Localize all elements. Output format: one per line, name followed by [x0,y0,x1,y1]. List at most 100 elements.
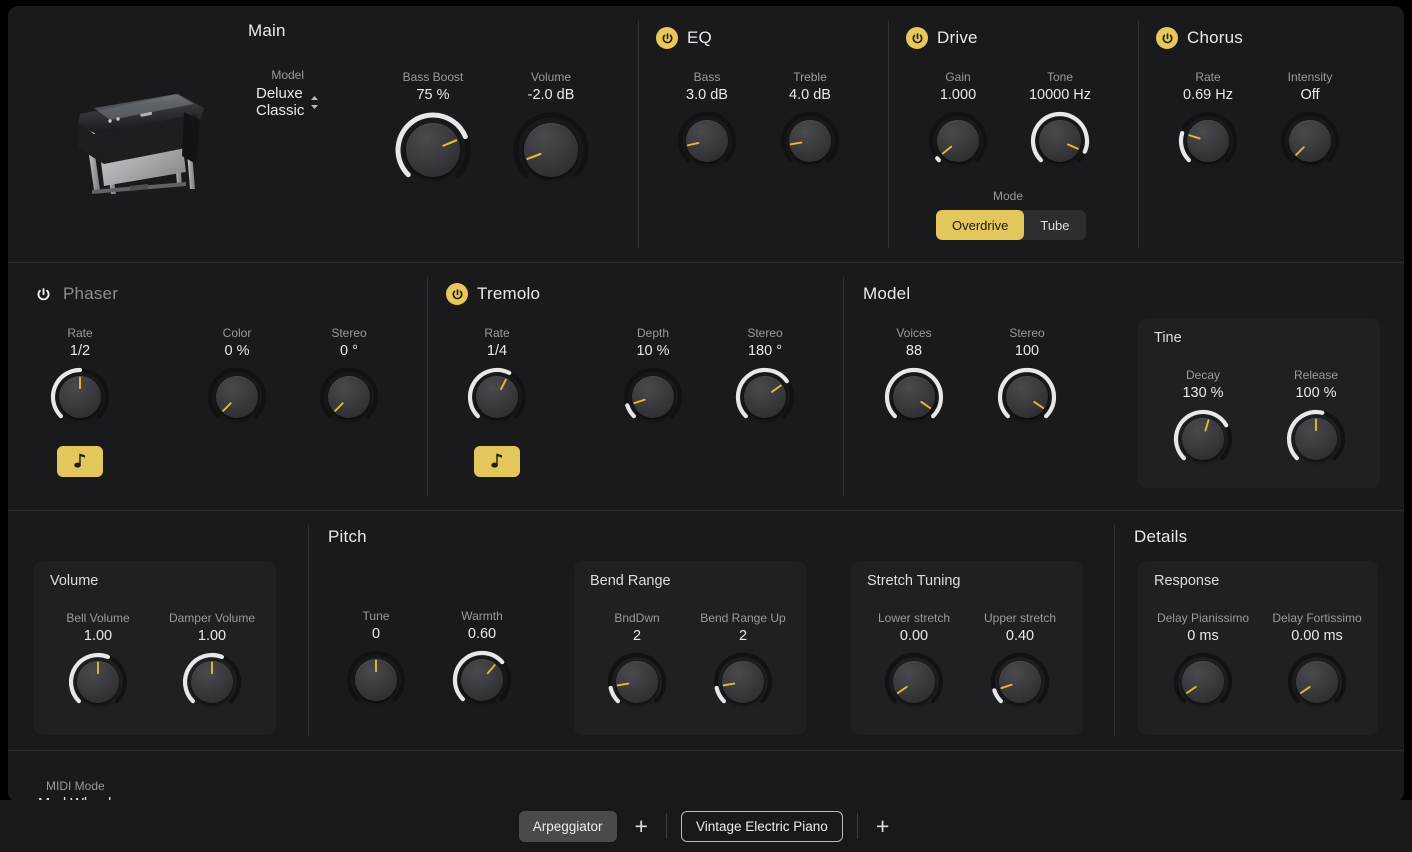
knob-value: 0.40 [1006,627,1034,646]
knob-dial[interactable] [511,110,591,190]
knob-label: Delay Fortissimo [1272,611,1361,626]
power-button-chorus[interactable] [1156,27,1178,49]
knob-dial[interactable] [1177,110,1239,172]
knob-value: 1.000 [940,86,976,105]
knob-damper-volume[interactable]: Damper Volume 1.00 [156,611,268,713]
knob-phaser-stereo[interactable]: Stereo 0 ° [305,326,393,428]
knob-bell-volume[interactable]: Bell Volume 1.00 [42,611,154,713]
knob-label: Tone [1047,70,1073,85]
knob-phaser-color[interactable]: Color 0 % [193,326,281,428]
knob-drive-gain[interactable]: Gain 1.000 [914,70,1002,172]
knob-dial[interactable] [1029,110,1091,172]
section-header-chorus: Chorus [1156,25,1243,51]
knob-label: Tune [363,609,390,624]
knob-dial[interactable] [49,366,111,428]
knob-value: 0 ° [340,342,358,361]
knob-value: 3.0 dB [686,86,728,105]
knob-dial[interactable] [1279,110,1341,172]
toolbar-divider [857,813,858,839]
knob-dial[interactable] [606,651,668,713]
knob-model-stereo[interactable]: Stereo 100 [983,326,1071,428]
knob-dial[interactable] [779,110,841,172]
chevron-updown-icon[interactable] [310,95,319,110]
knob-volume[interactable]: Volume -2.0 dB [503,70,599,190]
knob-label: Depth [637,326,669,341]
knob-dial[interactable] [206,366,268,428]
knob-value: 1.00 [84,627,112,646]
note-icon [73,452,88,472]
knob-dial[interactable] [451,649,513,711]
knob-chorus-rate[interactable]: Rate 0.69 Hz [1164,70,1252,172]
knob-dial[interactable] [393,110,473,190]
knob-dial[interactable] [466,366,528,428]
knob-tune[interactable]: Tune 0 [333,609,419,711]
knob-warmth[interactable]: Warmth 0.60 [439,609,525,711]
drive-mode-tube[interactable]: Tube [1024,210,1085,240]
knob-dial[interactable] [181,651,243,713]
knob-dial[interactable] [734,366,796,428]
knob-value: 0.00 [900,627,928,646]
knob-dial[interactable] [989,651,1051,713]
knob-dial[interactable] [883,651,945,713]
knob-dial[interactable] [622,366,684,428]
power-button-tremolo[interactable] [446,283,468,305]
knob-dial[interactable] [1285,408,1347,470]
knob-bend-up[interactable]: Bend Range Up 2 [690,611,796,713]
knob-dial[interactable] [345,649,407,711]
knob-chorus-intensity[interactable]: Intensity Off [1266,70,1354,172]
power-button-eq[interactable] [656,27,678,49]
model-selector[interactable]: Model Deluxe Classic [256,68,319,119]
phaser-sync-note-button[interactable] [57,446,103,477]
knob-dial[interactable] [1286,651,1348,713]
section-title: Drive [937,28,978,48]
knob-label: Damper Volume [169,611,255,626]
knob-bass-boost[interactable]: Bass Boost 75 % [379,70,487,190]
knob-tremolo-stereo[interactable]: Stereo 180 ° [721,326,809,428]
knob-upper-stretch[interactable]: Upper stretch 0.40 [967,611,1073,713]
power-button-phaser[interactable] [32,283,54,305]
add-instrument-button[interactable]: + [872,815,893,838]
drive-mode-toggle[interactable]: Overdrive Tube [936,210,1086,240]
knob-label: Lower stretch [878,611,950,626]
drive-mode-overdrive[interactable]: Overdrive [936,210,1024,240]
knob-delay-pianissimo[interactable]: Delay Pianissimo 0 ms [1146,611,1260,713]
knob-label: Release [1294,368,1338,383]
knob-tine-release[interactable]: Release 100 % [1269,368,1363,470]
knob-dial[interactable] [1172,408,1234,470]
knob-tremolo-depth[interactable]: Depth 10 % [609,326,697,428]
knob-delay-fortissimo[interactable]: Delay Fortissimo 0.00 ms [1260,611,1374,713]
knob-value: 180 ° [748,342,782,361]
section-title: Tremolo [477,284,540,304]
knob-model-voices[interactable]: Voices 88 [870,326,958,428]
knob-dial[interactable] [996,366,1058,428]
knob-eq-treble[interactable]: Treble 4.0 dB [766,70,854,172]
knob-value: 88 [906,342,922,361]
knob-dial[interactable] [318,366,380,428]
knob-dial[interactable] [927,110,989,172]
preset-button-vintage-electric-piano[interactable]: Vintage Electric Piano [681,811,843,842]
knob-eq-bass[interactable]: Bass 3.0 dB [663,70,751,172]
bottom-toolbar: Arpeggiator + Vintage Electric Piano + [0,800,1412,852]
knob-dial[interactable] [676,110,738,172]
add-midi-fx-button[interactable]: + [631,815,652,838]
power-button-drive[interactable] [906,27,928,49]
knob-tremolo-rate[interactable]: Rate 1/4 [453,326,541,428]
midi-mode-label: MIDI Mode [46,779,105,793]
knob-dial[interactable] [1172,651,1234,713]
knob-tine-decay[interactable]: Decay 130 % [1156,368,1250,470]
knob-lower-stretch[interactable]: Lower stretch 0.00 [861,611,967,713]
knob-dial[interactable] [883,366,945,428]
tremolo-sync-note-button[interactable] [474,446,520,477]
knob-dial[interactable] [712,651,774,713]
knob-phaser-rate[interactable]: Rate 1/2 [36,326,124,428]
knob-value: 10000 Hz [1029,86,1091,105]
knob-value: 0 % [225,342,250,361]
knob-label: Bell Volume [66,611,129,626]
knob-bend-down[interactable]: BndDwn 2 [584,611,690,713]
section-title: Main [248,21,286,41]
arpeggiator-button[interactable]: Arpeggiator [519,811,617,842]
knob-drive-tone[interactable]: Tone 10000 Hz [1008,70,1112,172]
knob-dial[interactable] [67,651,129,713]
divider [638,20,639,248]
knob-label: Decay [1186,368,1220,383]
